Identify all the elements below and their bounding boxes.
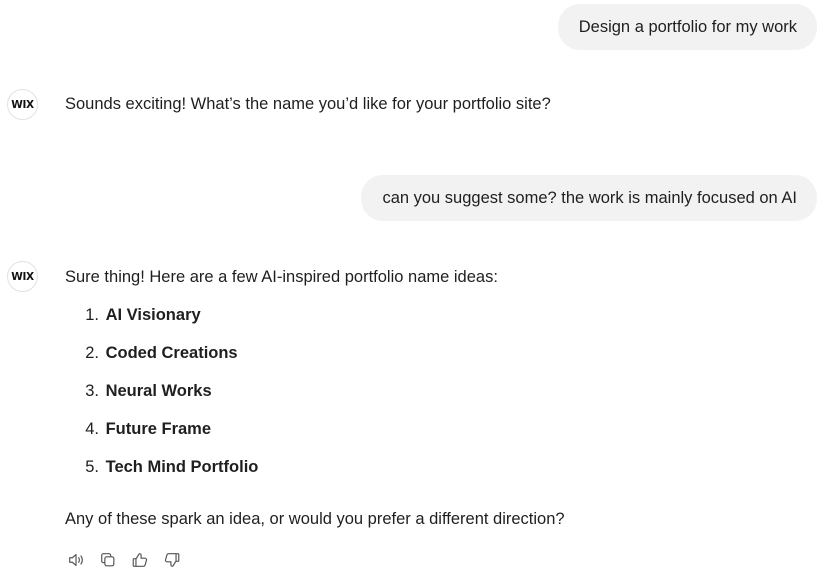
assistant-message-intro: Sure thing! Here are a few AI-inspired p… <box>65 268 498 286</box>
list-item: 2. Coded Creations <box>65 343 258 381</box>
idea-name: Neural Works <box>105 382 212 400</box>
list-number: 4. <box>85 420 99 438</box>
idea-name: Future Frame <box>105 420 212 438</box>
name-ideas-list: 1. AI Visionary 2. Coded Creations 3. Ne… <box>65 305 258 495</box>
idea-name: Coded Creations <box>105 344 238 362</box>
list-number: 3. <box>85 382 99 400</box>
wix-avatar: WIX <box>7 261 38 292</box>
message-actions <box>66 550 182 570</box>
wix-avatar: WIX <box>7 89 38 120</box>
idea-name: AI Visionary <box>105 306 201 324</box>
list-item: 4. Future Frame <box>65 419 258 457</box>
idea-name: Tech Mind Portfolio <box>105 458 259 476</box>
assistant-message: Sounds exciting! What’s the name you’d l… <box>65 95 551 113</box>
list-item: 1. AI Visionary <box>65 305 258 343</box>
user-message: Design a portfolio for my work <box>557 4 817 50</box>
list-item: 3. Neural Works <box>65 381 258 419</box>
thumbs-down-icon[interactable] <box>162 550 182 570</box>
list-number: 2. <box>85 344 99 362</box>
list-number: 5. <box>85 458 99 476</box>
assistant-message-closing: Any of these spark an idea, or would you… <box>65 510 565 528</box>
thumbs-up-icon[interactable] <box>130 550 150 570</box>
user-message: can you suggest some? the work is mainly… <box>361 175 817 221</box>
chat-page: Design a portfolio for my work WIX Sound… <box>0 0 825 579</box>
list-item: 5. Tech Mind Portfolio <box>65 457 258 495</box>
copy-icon[interactable] <box>98 550 118 570</box>
speaker-icon[interactable] <box>66 550 86 570</box>
list-number: 1. <box>85 306 99 324</box>
